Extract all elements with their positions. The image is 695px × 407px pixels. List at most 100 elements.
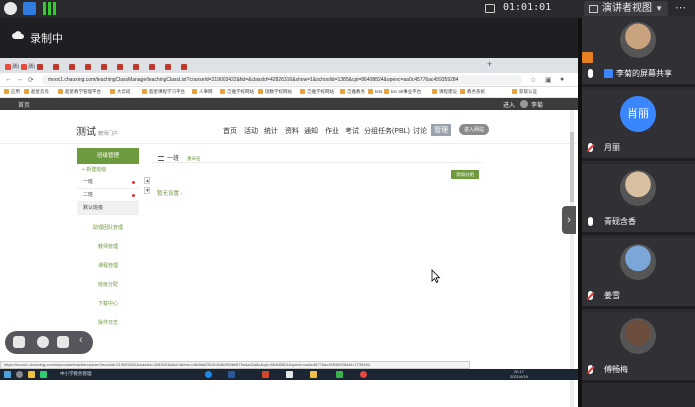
reload-icon[interactable]: ⟳ [28,76,34,84]
browser-tab[interactable] [179,61,195,73]
browser-tab[interactable] [115,61,131,73]
class-item[interactable]: 二班 [77,189,139,202]
course-nav-item[interactable]: 统计 [264,126,278,136]
collapse-panel-button[interactable]: › [562,206,576,234]
bookmark-item[interactable]: test [368,89,382,94]
browser-tab[interactable] [67,61,83,73]
bookmark-item[interactable]: 瑞数学校网站 [258,89,292,95]
word-icon[interactable] [228,371,235,378]
bookmark-item[interactable]: 超星课程学习平台 [142,89,185,95]
bookmark-item[interactable]: 超星教学管理平台 [58,89,101,95]
browser-tab[interactable] [99,61,115,73]
delete-dot-icon[interactable] [132,181,135,184]
course-nav-item[interactable]: 通知 [304,126,318,136]
site-home-link[interactable]: 首页 [18,100,30,109]
site-user-name[interactable]: 李菊 [531,100,543,109]
powerpoint-icon[interactable] [262,371,269,378]
participant-name: 傅畅梅 [604,365,628,374]
search-icon[interactable] [16,371,23,378]
tab-favicon-icon [101,64,107,70]
avatar[interactable] [520,100,528,108]
folder-icon[interactable] [310,371,317,378]
class-menu-link[interactable]: 助理团队管理 [77,219,139,238]
course-nav-item[interactable]: 分组任务(PBL) [364,126,410,136]
browser-icon[interactable] [360,371,367,378]
chevron-left-icon[interactable]: ‹ [79,334,83,346]
course-nav-item[interactable]: 作业 [325,126,339,136]
browser-tab[interactable]: 测试 [3,61,19,73]
browser-tab[interactable] [131,61,147,73]
more-dots-icon[interactable]: ⋯ [675,1,686,14]
bookmark-item[interactable]: 获取认证 [512,89,537,95]
course-nav-manage[interactable]: 管理 [431,124,451,136]
bookmark-item[interactable]: 泛雅教务 [340,89,365,95]
browser-tab[interactable] [147,61,163,73]
class-menu-link[interactable]: 操作日志 [77,314,139,333]
edge-icon[interactable] [205,371,212,378]
window-icon[interactable] [485,4,495,13]
bookmark-item[interactable]: 课程建设 [432,89,457,95]
participant-tile[interactable]: 肖丽 月丽 [582,90,695,161]
course-nav-item[interactable]: 资料 [285,126,299,136]
emoji-icon[interactable] [37,336,49,348]
shield-icon[interactable] [23,2,36,15]
class-menu-link[interactable]: 班级分配 [77,276,139,295]
presenter-view-label: 演讲者视图 [602,3,652,14]
bookmark-item[interactable]: 泛雅学校网站 [300,89,334,95]
participant-tile[interactable]: 李菊的屏幕共享 [582,16,695,87]
page-scrollbar[interactable] [570,110,574,407]
extension-icon[interactable]: ▣ [545,76,552,84]
new-class-button[interactable]: + 新建班级 [77,164,139,176]
grid-icon[interactable] [13,336,25,348]
profile-icon[interactable]: ● [560,76,564,83]
star-icon[interactable]: ☆ [530,76,536,84]
start-icon[interactable] [4,371,11,378]
bookmark-item[interactable]: bin 30事业平台 [384,89,421,95]
forward-icon[interactable]: → [16,76,23,83]
delete-dot-icon[interactable] [132,194,135,197]
browser-tab[interactable] [83,61,99,73]
back-icon[interactable]: ← [5,76,12,83]
chat-icon[interactable] [57,336,69,348]
new-tab-icon[interactable]: + [487,59,492,69]
class-menu-link[interactable]: 课程管理 [77,257,139,276]
participant-tile[interactable]: 傅畅梅 [582,312,695,383]
course-nav-item[interactable]: 活动 [244,126,258,136]
class-menu: 班级管理 + 新建班级 一班 二班 默认班级 助理团队管理 教师管理 课程管理 班级分配下… [77,148,139,333]
browser-tab[interactable] [51,61,67,73]
enter-site-button[interactable]: 进入网站 [459,124,490,135]
wechat-icon[interactable] [336,371,343,378]
arrow-down-icon[interactable]: ▼ [144,187,150,194]
app-icon-1[interactable] [28,371,35,378]
scrollbar-thumb[interactable] [570,132,574,202]
class-menu-link[interactable]: 下载中心 [77,295,139,314]
meeting-app-icon[interactable] [286,371,293,378]
browser-tab[interactable]: 测试 [19,61,35,73]
presenter-view-button[interactable]: 演讲者视图 ▼ [584,1,668,17]
participant-tile[interactable]: 青砚含香 [582,164,695,235]
bookmark-item[interactable]: 超星云舟 [24,89,49,95]
taskbar-app-label[interactable]: 中小学教务管理 [60,371,92,377]
participant-tile[interactable]: 姜雪 [582,238,695,309]
url-input[interactable]: mooc1.chaoxing.com/teachingClassManage/t… [42,75,522,85]
browser-tab[interactable] [163,61,179,73]
browser-tab[interactable] [35,61,51,73]
bookmark-item[interactable]: 教务系统 [460,89,485,95]
course-nav-item[interactable]: 讨论 [413,126,427,136]
bookmark-item[interactable]: 大云班 [110,89,131,95]
course-nav-item[interactable]: 考试 [345,126,359,136]
empty-state-text: 暂无设置 - [157,191,183,197]
class-item[interactable]: 一班 [77,176,139,189]
bookmark-item[interactable]: 应用 [4,89,20,95]
bookmark-item[interactable]: 泛雅学校网站 [220,89,254,95]
arrow-up-icon[interactable]: ▲ [144,177,150,184]
class-item[interactable]: 默认班级 [77,202,139,215]
rename-link[interactable]: 重命名 [187,156,201,161]
info-icon[interactable] [4,2,17,15]
bookmark-item[interactable]: 人事网 [192,89,213,95]
app-icon-2[interactable] [40,371,47,378]
course-nav-item[interactable]: 首页 [223,126,237,136]
add-group-button[interactable]: 添加分组 [451,170,479,179]
class-menu-link[interactable]: 教师管理 [77,238,139,257]
site-enter-link[interactable]: 进入 [503,100,515,109]
